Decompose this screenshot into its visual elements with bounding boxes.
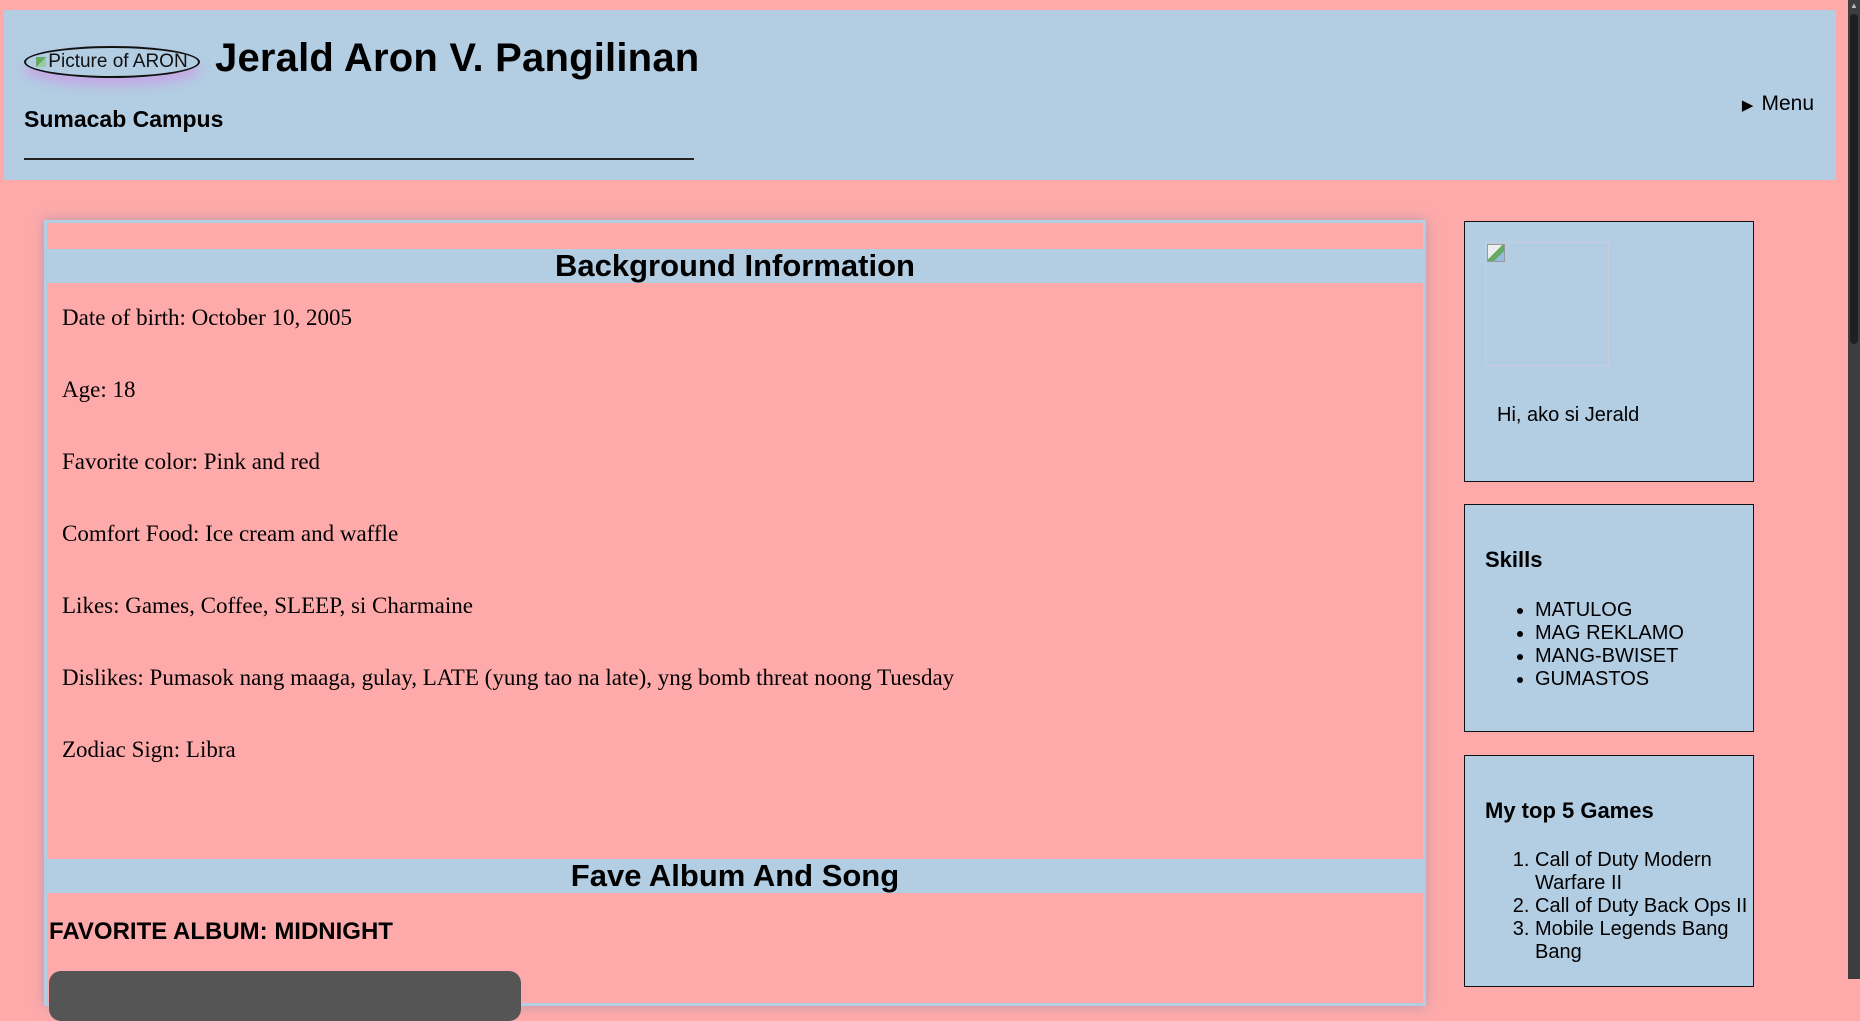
list-item: MAG REKLAMO	[1535, 622, 1753, 645]
skills-list: MATULOG MAG REKLAMO MANG-BWISET GUMASTOS	[1485, 599, 1753, 691]
list-item: Call of Duty Back Ops II	[1535, 895, 1753, 918]
main-content-panel: Background Information Date of birth: Oc…	[44, 220, 1426, 1021]
header-divider	[24, 158, 694, 160]
profile-card: Hi, ako si Jerald	[1464, 221, 1754, 482]
info-favorite-color: Favorite color: Pink and red	[62, 449, 321, 474]
favorite-album-heading: FAVORITE ALBUM: MIDNIGHT	[49, 918, 393, 945]
broken-image-icon	[1487, 244, 1505, 262]
scroll-up-icon[interactable]: ▲	[1850, 2, 1858, 10]
top-games-heading: My top 5 Games	[1485, 798, 1654, 823]
list-item: MANG-BWISET	[1535, 645, 1753, 668]
menu-label: Menu	[1761, 92, 1814, 115]
info-comfort-food: Comfort Food: Ice cream and waffle	[62, 521, 399, 546]
top-games-card: My top 5 Games Call of Duty Modern Warfa…	[1464, 755, 1754, 987]
vertical-scrollbar[interactable]: ▲	[1848, 0, 1860, 979]
fave-section-title: Fave Album And Song	[47, 859, 1423, 893]
skills-heading: Skills	[1485, 547, 1543, 572]
list-item: Mobile Legends Bang Bang	[1535, 918, 1753, 964]
broken-image-icon	[36, 56, 47, 67]
campus-subtitle: Sumacab Campus	[24, 106, 224, 132]
logo-alt-text: Picture of ARON	[48, 51, 188, 72]
greeting-text: Hi, ako si Jerald	[1497, 404, 1640, 426]
list-item: Call of Duty Modern Warfare II	[1535, 849, 1753, 895]
top-games-list: Call of Duty Modern Warfare II Call of D…	[1485, 849, 1753, 964]
list-item: MATULOG	[1535, 599, 1753, 622]
list-item: GUMASTOS	[1535, 668, 1753, 691]
info-zodiac: Zodiac Sign: Libra	[62, 737, 236, 762]
background-section-title: Background Information	[47, 249, 1423, 283]
scrollbar-thumb[interactable]	[1850, 14, 1858, 344]
triangle-right-icon: ▶	[1741, 97, 1754, 114]
skills-card: Skills MATULOG MAG REKLAMO MANG-BWISET G…	[1464, 504, 1754, 732]
site-title: Jerald Aron V. Pangilinan	[215, 36, 700, 80]
info-birthdate: Date of birth: October 10, 2005	[62, 305, 352, 330]
info-likes: Likes: Games, Coffee, SLEEP, si Charmain…	[62, 593, 473, 618]
info-age: Age: 18	[62, 377, 136, 402]
profile-image	[1485, 242, 1609, 366]
site-header: Picture of ARON Jerald Aron V. Pangilina…	[4, 10, 1836, 180]
menu-toggle[interactable]: ▶ Menu	[1742, 92, 1814, 116]
profile-logo-image: Picture of ARON	[24, 46, 200, 78]
info-dislikes: Dislikes: Pumasok nang maaga, gulay, LAT…	[62, 665, 955, 690]
